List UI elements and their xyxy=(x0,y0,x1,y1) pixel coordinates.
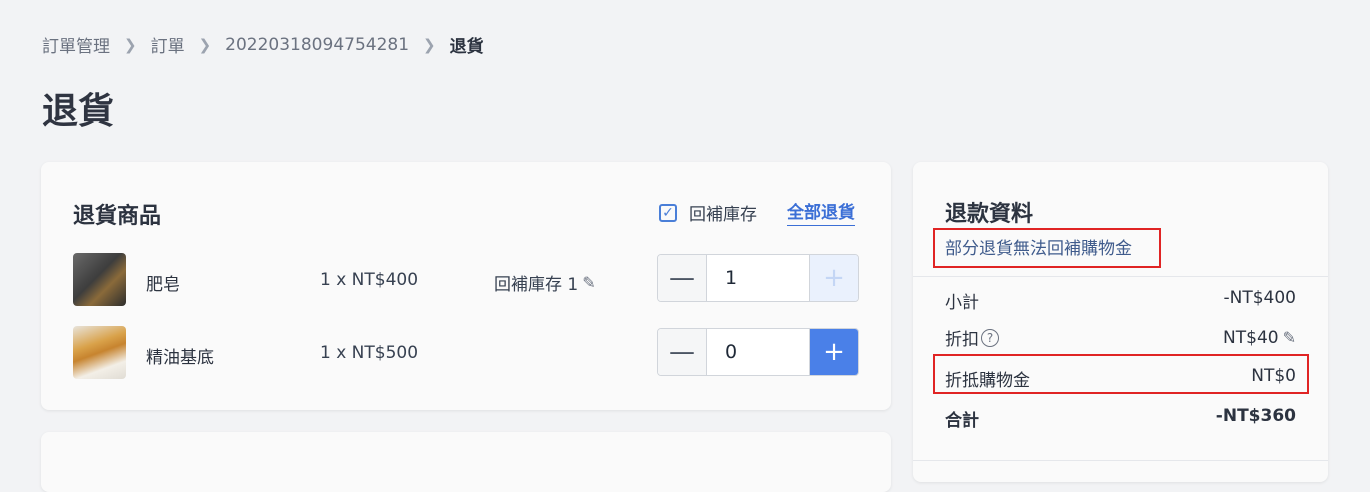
return-all-link[interactable]: 全部退貨 xyxy=(787,198,855,226)
product-qty-price: 1 x NT$500 xyxy=(320,343,419,363)
credit-value: NT$0 xyxy=(1251,366,1296,386)
product-image xyxy=(73,326,126,379)
minus-icon[interactable]: — xyxy=(658,329,707,375)
total-value: -NT$360 xyxy=(1215,406,1296,426)
page-title: 退貨 xyxy=(42,91,115,132)
product-qty-price: 1 x NT$400 xyxy=(320,270,419,290)
refund-info-title: 退款資料 xyxy=(945,202,1034,227)
breadcrumb: 訂單管理 ❯ 訂單 ❯ 20220318094754281 ❯ 退貨 xyxy=(42,32,484,58)
breadcrumb-order-id[interactable]: 20220318094754281 xyxy=(225,35,409,55)
discount-value: NT$40 xyxy=(1223,327,1279,348)
pencil-icon[interactable]: ✎ xyxy=(582,273,595,292)
plus-icon: + xyxy=(810,255,858,301)
subtotal-row: 小計 -NT$400 xyxy=(945,288,1296,313)
restock-toggle[interactable]: ✓ 回補庫存 xyxy=(659,200,757,225)
total-row: 合計 -NT$360 xyxy=(945,406,1296,431)
returned-items-title: 退貨商品 xyxy=(73,204,162,229)
divider xyxy=(913,276,1328,277)
return-item-row: 肥皂 1 x NT$400 回補庫存 1 ✎ — 1 + xyxy=(73,253,863,307)
total-label: 合計 xyxy=(945,411,979,431)
divider xyxy=(913,460,1328,461)
minus-icon[interactable]: — xyxy=(658,255,707,301)
product-image xyxy=(73,253,126,306)
chevron-right-icon: ❯ xyxy=(198,35,212,54)
quantity-input[interactable]: 1 xyxy=(707,255,810,301)
check-icon[interactable]: ✓ xyxy=(659,203,677,222)
quantity-stepper: — 1 + xyxy=(657,254,859,302)
breadcrumb-order-management[interactable]: 訂單管理 xyxy=(42,32,110,57)
chevron-right-icon: ❯ xyxy=(124,35,137,54)
breadcrumb-orders[interactable]: 訂單 xyxy=(151,32,185,57)
restock-quantity-label: 回補庫存 1 xyxy=(494,275,579,295)
breadcrumb-current: 退貨 xyxy=(449,37,484,57)
product-name: 精油基底 xyxy=(146,348,214,368)
returned-items-card: 退貨商品 ✓ 回補庫存 全部退貨 肥皂 1 x NT$400 回補庫存 1 ✎ … xyxy=(41,162,891,410)
discount-label: 折扣 xyxy=(945,330,979,350)
pencil-icon[interactable]: ✎ xyxy=(1283,328,1296,347)
subtotal-label: 小計 xyxy=(945,293,979,313)
discount-row: 折扣 ? NT$40 ✎ xyxy=(945,325,1296,351)
subtotal-value: -NT$400 xyxy=(1223,288,1297,308)
restock-quantity[interactable]: 回補庫存 1 ✎ xyxy=(494,270,596,295)
help-icon[interactable]: ? xyxy=(981,328,999,347)
return-item-row: 精油基底 1 x NT$500 — 0 + xyxy=(73,326,863,380)
refund-info-card: 退款資料 部分退貨無法回補購物金 小計 -NT$400 折扣 ? NT$40 ✎… xyxy=(913,162,1328,482)
chevron-right-icon: ❯ xyxy=(423,35,436,54)
refund-note: 部分退貨無法回補購物金 xyxy=(945,239,1132,259)
credit-label: 折抵購物金 xyxy=(945,371,1030,391)
secondary-card xyxy=(41,432,891,492)
product-name: 肥皂 xyxy=(146,275,180,295)
credit-row: 折抵購物金 NT$0 xyxy=(945,366,1296,391)
quantity-input[interactable]: 0 xyxy=(707,329,810,375)
plus-icon[interactable]: + xyxy=(810,329,858,375)
quantity-stepper: — 0 + xyxy=(657,328,859,376)
restock-label: 回補庫存 xyxy=(689,205,757,225)
